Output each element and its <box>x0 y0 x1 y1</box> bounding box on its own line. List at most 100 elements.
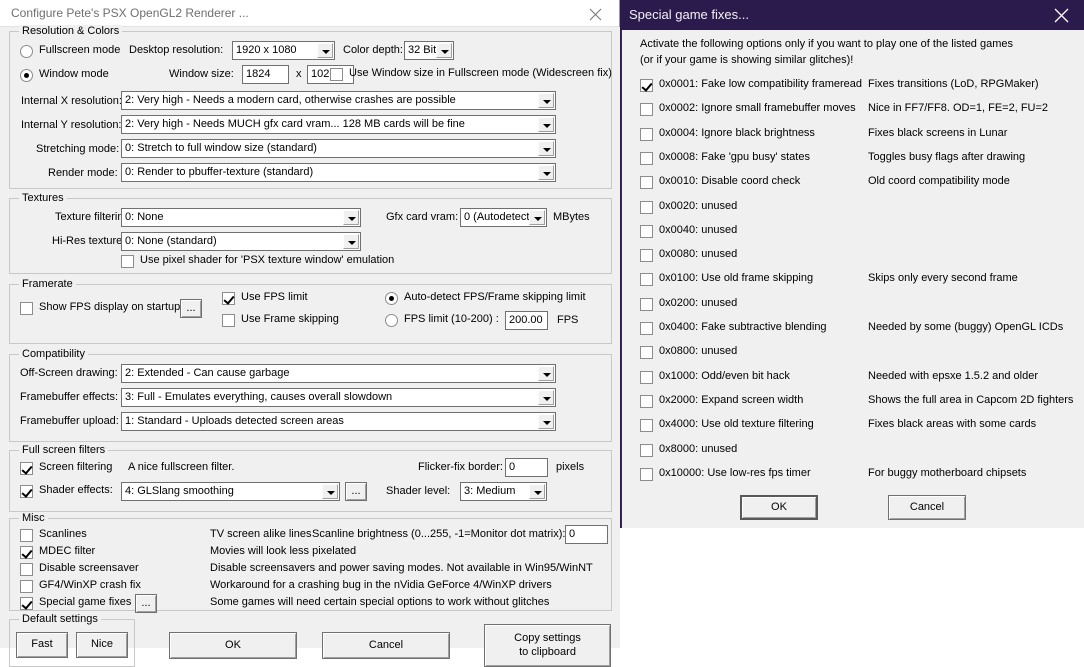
checkbox-label: 0x8000: unused <box>659 443 737 455</box>
chevron-down-icon[interactable] <box>436 43 452 58</box>
cancel-button[interactable]: Cancel <box>322 632 450 659</box>
combo-shader-level[interactable]: 3: Medium <box>460 482 547 501</box>
checkbox-box <box>20 462 33 475</box>
combo-texture-filtering[interactable]: 0: None <box>121 208 361 227</box>
fast-button[interactable]: Fast <box>16 632 68 658</box>
right-ok-button[interactable]: OK <box>740 495 818 520</box>
chevron-down-icon[interactable] <box>538 93 554 108</box>
checkbox-label: 0x10000: Use low-res fps timer <box>659 467 811 479</box>
group-caption-textures: Textures <box>19 192 67 204</box>
chevron-down-icon[interactable] <box>538 390 554 405</box>
checkbox-label: 0x0080: unused <box>659 248 737 260</box>
chevron-down-icon[interactable] <box>529 210 545 225</box>
checkbox-label: GF4/WinXP crash fix <box>39 579 141 591</box>
chevron-down-icon[interactable] <box>538 117 554 132</box>
label-scanline-brightness: Scanline brightness (0...255, -1=Monitor… <box>312 528 565 540</box>
chevron-down-icon[interactable] <box>538 141 554 156</box>
combo-stretching-mode[interactable]: 0: Stretch to full window size (standard… <box>121 139 556 158</box>
combo-value: 3: Full - Emulates everything, causes ov… <box>125 391 392 403</box>
combo-value: 1: Standard - Uploads detected screen ar… <box>125 415 344 427</box>
game-fix-description: Skips only every second frame <box>868 272 1018 284</box>
checkbox-label: Screen filtering <box>39 461 112 473</box>
radio-label: FPS limit (10-200) : <box>404 313 499 325</box>
right-titlebar: Special game fixes... <box>621 0 1084 30</box>
intro-line-2: (or if your game is showing similar glit… <box>640 54 853 66</box>
game-fix-row: 0x0001: Fake low compatibility frameread… <box>622 78 1084 95</box>
combo-shader-effects[interactable]: 4: GLSlang smoothing <box>121 482 340 501</box>
checkbox-label: Use Window size in Fullscreen mode (Wide… <box>349 67 612 79</box>
group-misc: Misc Scanlines TV screen alike lines Sca… <box>9 518 612 611</box>
input-flicker-fix-border[interactable]: 0 <box>505 458 548 477</box>
chevron-down-icon[interactable] <box>322 484 338 499</box>
label-pixels: pixels <box>556 461 584 473</box>
label-flicker-fix-border: Flicker-fix border: <box>418 461 503 473</box>
button-fps-options[interactable]: ... <box>180 299 202 318</box>
combo-framebuffer-effects[interactable]: 3: Full - Emulates everything, causes ov… <box>121 388 556 407</box>
checkbox-box <box>121 255 134 268</box>
checkbox-box <box>222 314 235 327</box>
checkbox-label: Use FPS limit <box>241 291 308 303</box>
checkbox-box <box>640 468 653 481</box>
nice-button[interactable]: Nice <box>76 632 128 658</box>
checkbox-box <box>640 371 653 384</box>
close-icon[interactable] <box>573 0 619 26</box>
chevron-down-icon[interactable] <box>538 414 554 429</box>
combo-desktop-resolution[interactable]: 1920 x 1080 <box>232 41 335 60</box>
chevron-down-icon[interactable] <box>538 366 554 381</box>
combo-internal-x-resolution[interactable]: 2: Very high - Needs a modern card, othe… <box>121 91 556 110</box>
label-mbytes: MBytes <box>553 211 590 223</box>
chevron-down-icon[interactable] <box>317 43 333 58</box>
checkbox-box <box>222 292 235 305</box>
combo-internal-y-resolution[interactable]: 2: Very high - Needs MUCH gfx card vram.… <box>121 115 556 134</box>
radio-circle <box>385 314 398 327</box>
input-fps-limit[interactable]: 200.00 <box>505 311 548 330</box>
checkbox-box <box>20 563 33 576</box>
radio-circle <box>20 69 33 82</box>
label-stretching-mode: Stretching mode: <box>36 143 119 155</box>
right-cancel-button[interactable]: Cancel <box>888 495 966 520</box>
checkbox-label: MDEC filter <box>39 545 95 557</box>
checkbox-box <box>330 68 343 81</box>
game-fix-row: 0x10000: Use low-res fps timerFor buggy … <box>622 467 1084 484</box>
label-fps-unit: FPS <box>557 314 578 326</box>
combo-gfx-card-vram[interactable]: 0 (Autodetect) <box>460 208 547 227</box>
copy-settings-line1: Copy settings <box>514 632 581 646</box>
left-titlebar: Configure Pete's PSX OpenGL2 Renderer ..… <box>0 0 619 27</box>
combo-render-mode[interactable]: 0: Render to pbuffer-texture (standard) <box>121 163 556 182</box>
checkbox-box <box>640 128 653 141</box>
combo-framebuffer-upload[interactable]: 1: Standard - Uploads detected screen ar… <box>121 412 556 431</box>
game-fix-row: 0x0800: unused <box>622 345 1084 362</box>
copy-settings-button[interactable]: Copy settings to clipboard <box>484 624 611 667</box>
chevron-down-icon[interactable] <box>538 165 554 180</box>
combo-offscreen-drawing[interactable]: 2: Extended - Can cause garbage <box>121 364 556 383</box>
checkbox-label: 0x1000: Odd/even bit hack <box>659 370 790 382</box>
checkbox-box <box>20 302 33 315</box>
combo-color-depth[interactable]: 32 Bit <box>404 41 454 60</box>
checkbox-label: Scanlines <box>39 528 87 540</box>
chevron-down-icon[interactable] <box>529 484 545 499</box>
button-special-game-fixes-options[interactable]: ... <box>135 594 157 613</box>
checkbox-box <box>20 597 33 610</box>
checkbox-label: 0x0004: Ignore black brightness <box>659 127 815 139</box>
checkbox-label: Special game fixes <box>39 596 131 608</box>
group-caption-framerate: Framerate <box>19 278 76 290</box>
checkbox-box <box>640 298 653 311</box>
checkbox-box <box>20 546 33 559</box>
ok-button[interactable]: OK <box>169 632 297 659</box>
close-icon[interactable] <box>1039 0 1084 30</box>
chevron-down-icon[interactable] <box>343 210 359 225</box>
combo-value: 2: Very high - Needs MUCH gfx card vram.… <box>125 118 465 130</box>
checkbox-label: 0x4000: Use old texture filtering <box>659 418 814 430</box>
group-caption-default-settings: Default settings <box>19 613 101 625</box>
input-window-width[interactable]: 1824 <box>242 65 289 84</box>
radio-circle <box>385 292 398 305</box>
checkbox-label: 0x0002: Ignore small framebuffer moves <box>659 102 856 114</box>
button-shader-options[interactable]: ... <box>345 482 367 501</box>
combo-value: 0: Render to pbuffer-texture (standard) <box>125 166 313 178</box>
combo-value: 4: GLSlang smoothing <box>125 485 234 497</box>
game-fix-description: Nice in FF7/FF8. OD=1, FE=2, FU=2 <box>868 102 1048 114</box>
group-caption-misc: Misc <box>19 512 48 524</box>
combo-hires-textures[interactable]: 0: None (standard) <box>121 232 361 251</box>
chevron-down-icon[interactable] <box>343 234 359 249</box>
input-scanline-brightness[interactable]: 0 <box>565 525 608 544</box>
